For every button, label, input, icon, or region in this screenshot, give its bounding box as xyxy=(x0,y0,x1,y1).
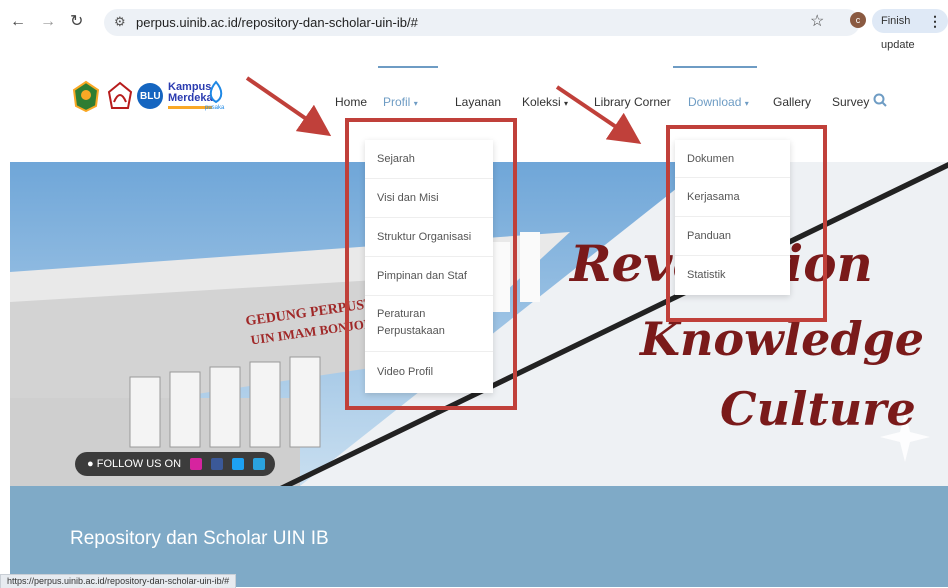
annotation-arrow-download xyxy=(555,85,642,144)
annotation-arrows xyxy=(245,76,642,144)
annotation-arrow-profil xyxy=(245,76,332,137)
